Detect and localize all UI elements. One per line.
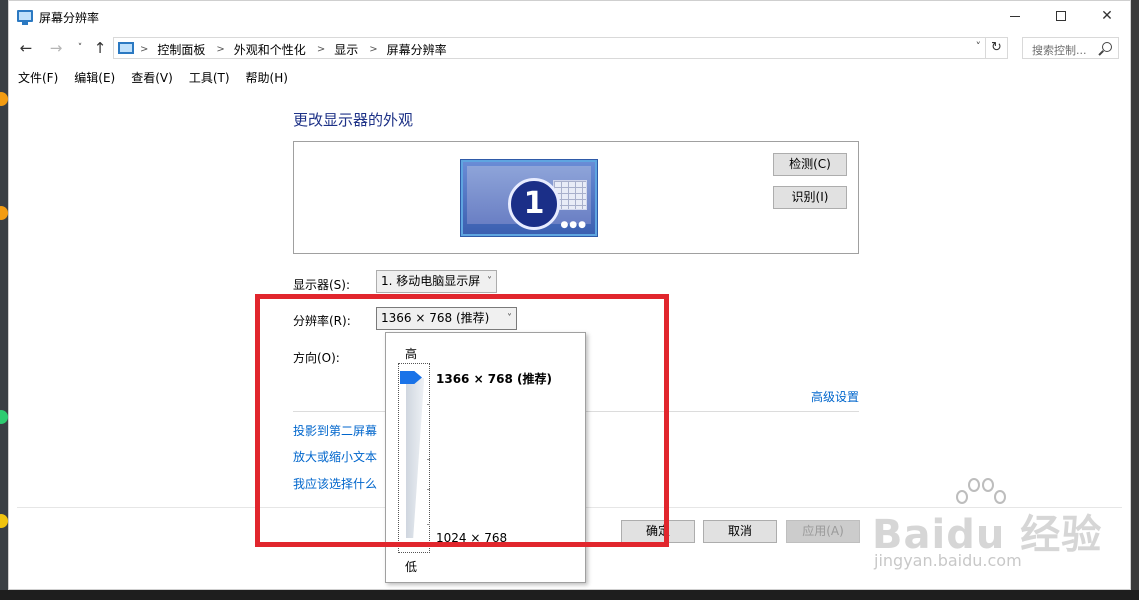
breadcrumb-separator[interactable]: > <box>216 44 224 55</box>
address-bar[interactable]: > 控制面板 > 外观和个性化 > 显示 > 屏幕分辨率 ˅ ↻ <box>113 37 1008 59</box>
apply-button[interactable]: 应用(A) <box>786 520 860 543</box>
desktop-icon <box>0 514 8 528</box>
close-button[interactable]: ✕ <box>1084 1 1130 31</box>
desktop-left-edge <box>0 0 8 600</box>
display-icon <box>17 10 33 25</box>
baidu-watermark: Baidu 经验 jingyan.baidu.com <box>870 478 1101 578</box>
breadcrumb-item[interactable]: 控制面板 <box>157 41 205 58</box>
close-icon: ✕ <box>1101 8 1113 24</box>
detect-button[interactable]: 检测(C) <box>773 153 847 176</box>
monitor-screen: 1 <box>467 166 591 230</box>
up-button[interactable]: ↑ <box>91 39 109 57</box>
menu-edit[interactable]: 编辑(E) <box>74 67 115 89</box>
back-button[interactable]: ← <box>17 39 35 57</box>
breadcrumb-item[interactable]: 外观和个性化 <box>234 41 306 58</box>
recent-locations-button[interactable]: ˅ <box>71 39 89 57</box>
title-bar[interactable]: 屏幕分辨率 ✕ <box>9 1 1130 33</box>
display-select-value: 1. 移动电脑显示屏 <box>381 274 481 288</box>
menu-file[interactable]: 文件(F) <box>18 67 58 89</box>
page-title: 更改显示器的外观 <box>293 111 414 129</box>
chevron-down-icon: ˅ <box>487 276 492 287</box>
maximize-button[interactable] <box>1038 1 1084 31</box>
monitor-icon[interactable]: 1 ●●● <box>461 160 597 236</box>
highlight-annotation-box <box>255 294 669 547</box>
breadcrumb-separator[interactable]: > <box>317 44 325 55</box>
breadcrumb-separator: > <box>140 44 149 55</box>
breadcrumb-separator[interactable]: > <box>369 44 377 55</box>
cancel-button[interactable]: 取消 <box>703 520 777 543</box>
search-placeholder: 搜索控制... <box>1032 44 1087 57</box>
refresh-button[interactable]: ↻ <box>985 38 1007 58</box>
breadcrumb-item[interactable]: 显示 <box>334 41 358 58</box>
maximize-icon <box>1056 11 1066 21</box>
monitor-dots-icon: ●●● <box>560 220 587 230</box>
breadcrumb: > 控制面板 > 外观和个性化 > 显示 > 屏幕分辨率 <box>140 41 447 58</box>
window-title: 屏幕分辨率 <box>39 11 100 25</box>
menu-help[interactable]: 帮助(H) <box>246 67 288 89</box>
minimize-button[interactable] <box>992 1 1038 31</box>
navigation-bar: ← → ˅ ↑ > 控制面板 > 外观和个性化 > 显示 > 屏幕分辨率 ˅ ↻… <box>9 33 1130 63</box>
watermark-url: jingyan.baidu.com <box>874 551 1022 570</box>
desktop-icon <box>0 92 8 106</box>
display-label: 显示器(S): <box>293 278 351 292</box>
desktop-bottom-edge <box>0 590 1139 600</box>
forward-button[interactable]: → <box>47 39 65 57</box>
desktop-right-edge <box>1131 0 1139 600</box>
desktop-icon <box>0 206 8 220</box>
menu-tools[interactable]: 工具(T) <box>189 67 230 89</box>
search-icon <box>1102 42 1112 52</box>
advanced-settings-link[interactable]: 高级设置 <box>811 388 859 405</box>
address-history-dropdown[interactable]: ˅ <box>976 40 982 53</box>
display-select[interactable]: 1. 移动电脑显示屏 ˅ <box>376 270 497 293</box>
minimize-icon <box>1010 15 1020 17</box>
slider-low-label: 低 <box>405 560 418 574</box>
menu-view[interactable]: 查看(V) <box>131 67 173 89</box>
breadcrumb-item[interactable]: 屏幕分辨率 <box>387 41 447 58</box>
monitor-number: 1 <box>508 178 560 230</box>
menu-bar: 文件(F) 编辑(E) 查看(V) 工具(T) 帮助(H) <box>9 67 304 89</box>
control-panel-icon <box>118 42 134 54</box>
desktop-icon <box>0 410 8 424</box>
identify-button[interactable]: 识别(I) <box>773 186 847 209</box>
search-input[interactable]: 搜索控制... <box>1022 37 1119 59</box>
